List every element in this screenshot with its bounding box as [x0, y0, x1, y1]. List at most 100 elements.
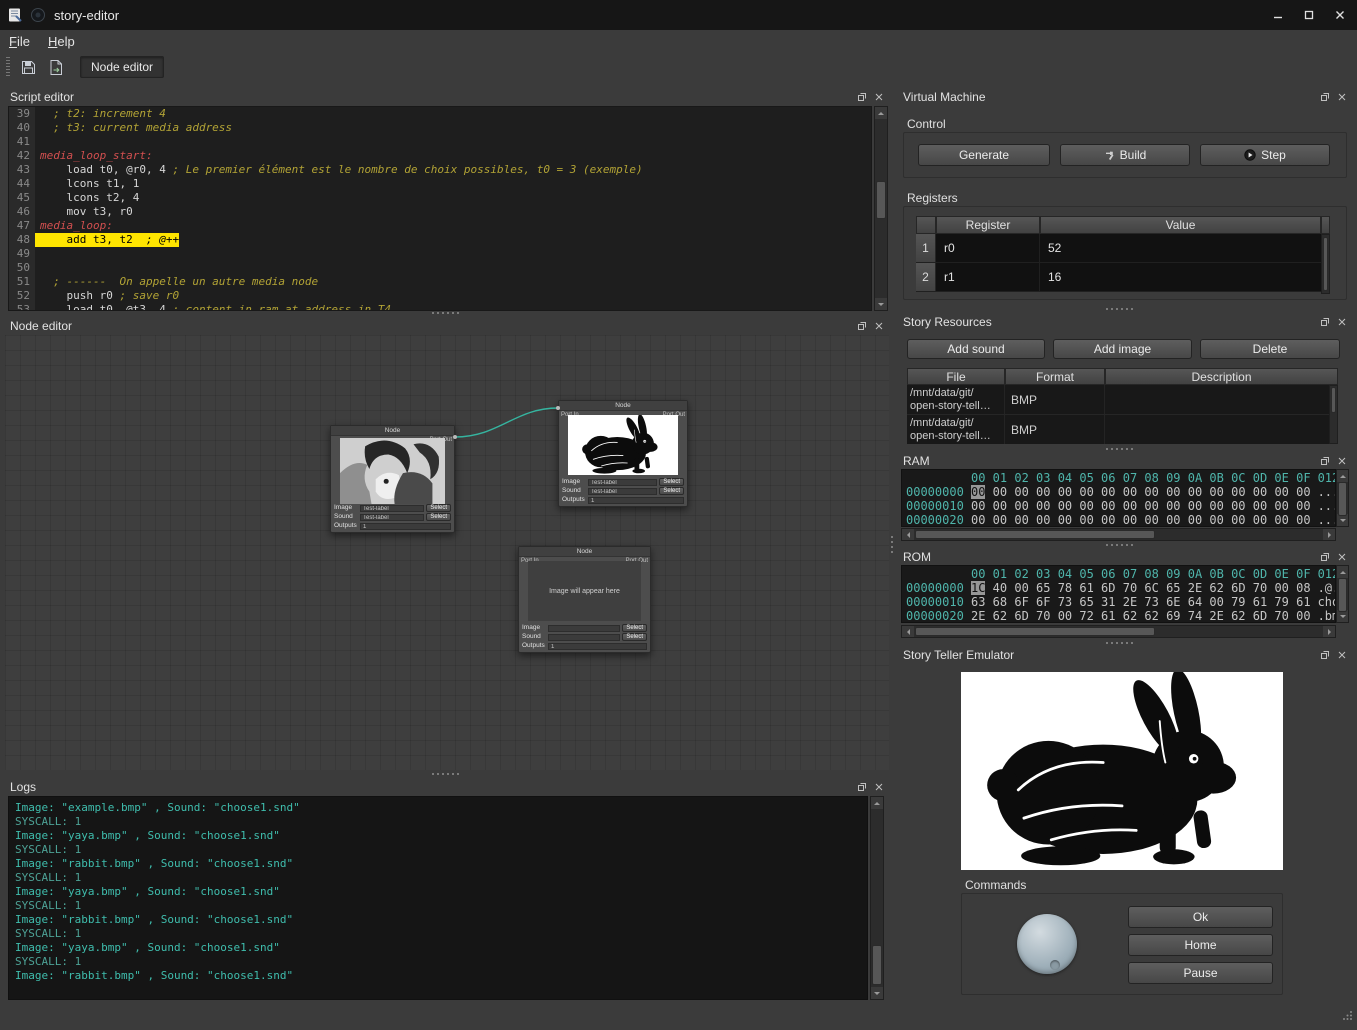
node-field[interactable]: 1	[588, 497, 684, 504]
column-header[interactable]: Format	[1005, 368, 1105, 385]
registers-table[interactable]: Register Value 1r0522r116	[916, 216, 1330, 294]
float-icon[interactable]	[1319, 91, 1331, 103]
code-line[interactable]: 39 ; t2: increment 4	[9, 107, 871, 121]
add-image-button[interactable]: Add image	[1053, 339, 1192, 359]
close-icon[interactable]	[873, 91, 885, 103]
splitter-handle[interactable]	[1106, 642, 1133, 644]
resources-table[interactable]: File Format Description /mnt/data/git/op…	[907, 368, 1338, 444]
select-button[interactable]: Select	[426, 513, 451, 521]
registers-scrollbar[interactable]	[1321, 234, 1330, 294]
code-line[interactable]: 46 mov t3, r0	[9, 205, 871, 219]
scroll-thumb[interactable]	[1338, 578, 1347, 612]
ram-dock-header[interactable]: RAM	[897, 452, 1353, 469]
hex-row[interactable]: 000000001C 40 00 65 78 61 6D 70 6C 65 2E…	[906, 581, 1335, 595]
close-icon[interactable]	[873, 320, 885, 332]
export-button[interactable]	[44, 55, 68, 79]
code-line[interactable]: 52 push r0 ; save r0	[9, 289, 871, 303]
scroll-down-arrow[interactable]	[875, 298, 887, 310]
command-knob[interactable]	[1017, 914, 1077, 974]
logs-scrollbar[interactable]	[870, 796, 884, 1000]
code-line[interactable]: 44 lcons t1, 1	[9, 177, 871, 191]
float-icon[interactable]	[1319, 316, 1331, 328]
minimize-button[interactable]	[1264, 4, 1292, 26]
node-field[interactable]: Test-label	[360, 505, 424, 512]
hex-row[interactable]: 0000002000 00 00 00 00 00 00 00 00 00 00…	[906, 513, 1335, 527]
media-node[interactable]: Node Port Out ImageTest-labelSelectSound…	[330, 425, 455, 533]
code-line[interactable]: 48 add t3, t2 ; @++	[9, 233, 871, 247]
logs-dock-header[interactable]: Logs	[4, 778, 890, 795]
close-icon[interactable]	[1336, 316, 1348, 328]
column-header[interactable]: Description	[1105, 368, 1338, 385]
selected-byte[interactable]: 1C	[971, 581, 985, 595]
node-field[interactable]: Test-label	[360, 514, 424, 521]
maximize-button[interactable]	[1295, 4, 1323, 26]
splitter-handle[interactable]	[1106, 308, 1133, 310]
close-icon[interactable]	[873, 781, 885, 793]
splitter-handle[interactable]	[432, 312, 459, 314]
float-icon[interactable]	[1319, 551, 1331, 563]
splitter-handle[interactable]	[432, 773, 459, 775]
resource-row[interactable]: /mnt/data/git/open-story-tell…BMP	[907, 415, 1338, 444]
scroll-up-arrow[interactable]	[1337, 470, 1348, 482]
hex-row[interactable]: 0000001063 68 6F 6F 73 65 31 2E 73 6E 64…	[906, 595, 1335, 609]
ram-vscrollbar[interactable]	[1336, 469, 1349, 527]
scroll-right-arrow[interactable]	[1323, 529, 1335, 540]
register-row[interactable]: 1r052	[916, 234, 1330, 263]
rom-hscrollbar[interactable]	[901, 625, 1336, 638]
node-editor-dock-header[interactable]: Node editor	[4, 317, 890, 334]
ok-button[interactable]: Ok	[1128, 906, 1273, 928]
code-line[interactable]: 49	[9, 247, 871, 261]
scroll-thumb[interactable]	[915, 627, 1155, 636]
log-output[interactable]: Image: "example.bmp" , Sound: "choose1.s…	[8, 796, 868, 1000]
step-button[interactable]: Step	[1200, 144, 1330, 166]
node-title[interactable]: Node	[331, 426, 454, 436]
register-row[interactable]: 2r116	[916, 263, 1330, 292]
pause-button[interactable]: Pause	[1128, 962, 1273, 984]
select-button[interactable]: Select	[622, 633, 647, 641]
menu-file[interactable]: File	[0, 32, 39, 51]
code-line[interactable]: 53 load t0, @t3, 4 ; content in ram at a…	[9, 303, 871, 311]
delete-button[interactable]: Delete	[1200, 339, 1340, 359]
resources-scrollbar[interactable]	[1329, 385, 1338, 444]
scroll-up-arrow[interactable]	[1337, 566, 1348, 578]
rom-hex-view[interactable]: 00 01 02 03 04 05 06 07 08 09 0A 0B 0C 0…	[901, 565, 1336, 623]
toolbar-drag-handle[interactable]	[6, 57, 10, 77]
node-canvas[interactable]: Node Port Out ImageTest-labelSelectSound…	[5, 335, 889, 770]
code-line[interactable]: 50	[9, 261, 871, 275]
node-field[interactable]: 1	[548, 643, 647, 650]
select-button[interactable]: Select	[659, 487, 684, 495]
scroll-right-arrow[interactable]	[1323, 626, 1335, 637]
resource-row[interactable]: /mnt/data/git/open-story-tell…BMP	[907, 385, 1338, 415]
code-line[interactable]: 47media_loop:	[9, 219, 871, 233]
code-line[interactable]: 41	[9, 135, 871, 149]
select-button[interactable]: Select	[426, 504, 451, 512]
node-field[interactable]: Test-label	[588, 479, 657, 486]
float-icon[interactable]	[856, 91, 868, 103]
hex-row[interactable]: 0000001000 00 00 00 00 00 00 00 00 00 00…	[906, 499, 1335, 513]
editor-scrollbar[interactable]	[874, 106, 888, 311]
float-icon[interactable]	[1319, 455, 1331, 467]
node-editor-toggle[interactable]: Node editor	[80, 56, 164, 78]
column-header[interactable]: Register	[936, 216, 1040, 234]
node-title[interactable]: Node	[519, 547, 650, 557]
close-icon[interactable]	[1336, 455, 1348, 467]
title-bar[interactable]: story-editor	[0, 0, 1357, 30]
node-title[interactable]: Node	[559, 401, 687, 411]
selected-byte[interactable]: 00	[971, 485, 985, 499]
save-button[interactable]	[16, 55, 40, 79]
float-icon[interactable]	[856, 320, 868, 332]
scroll-left-arrow[interactable]	[902, 529, 914, 540]
home-button[interactable]: Home	[1128, 934, 1273, 956]
float-icon[interactable]	[856, 781, 868, 793]
ram-hex-view[interactable]: 00 01 02 03 04 05 06 07 08 09 0A 0B 0C 0…	[901, 469, 1336, 527]
scroll-thumb[interactable]	[876, 181, 886, 219]
code-line[interactable]: 43 load t0, @r0, 4 ; Le premier élément …	[9, 163, 871, 177]
select-button[interactable]: Select	[659, 478, 684, 486]
add-sound-button[interactable]: Add sound	[907, 339, 1045, 359]
scroll-thumb[interactable]	[1331, 387, 1336, 413]
select-button[interactable]: Select	[622, 624, 647, 632]
splitter-handle[interactable]	[1106, 544, 1133, 546]
code-line[interactable]: 42media_loop_start:	[9, 149, 871, 163]
build-button[interactable]: Build	[1060, 144, 1190, 166]
scroll-up-arrow[interactable]	[875, 107, 887, 119]
